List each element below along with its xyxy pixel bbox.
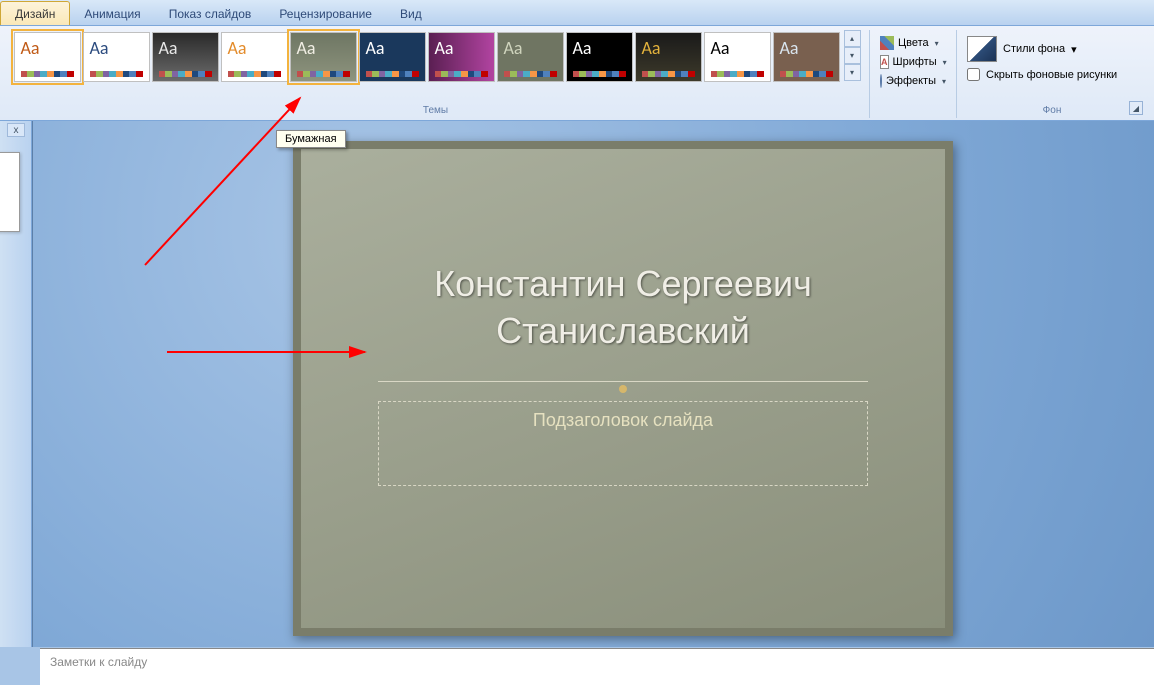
colors-icon: [880, 36, 894, 50]
theme-aa-icon: Aa: [90, 39, 143, 57]
background-styles-button[interactable]: Стили фона ▾: [967, 36, 1137, 62]
theme-thumbnail[interactable]: Aa: [704, 32, 771, 82]
ribbon: Aa Aa Aa Aa Aa Aa Aa Aa Aa Aa Aa Aa ▴ ▾ ▾ Темы Цвет…: [0, 26, 1154, 121]
dropdown-caret-icon: ▾: [935, 39, 939, 48]
themes-group-label: Темы: [2, 105, 869, 116]
title-divider: [378, 381, 868, 382]
effects-label: Эффекты: [886, 75, 936, 87]
effects-icon: [880, 74, 882, 88]
theme-aa-icon: Aa: [297, 39, 350, 57]
themes-more[interactable]: ▾: [844, 64, 861, 81]
thumb-list: [0, 152, 20, 272]
hide-background-label: Скрыть фоновые рисунки: [986, 69, 1117, 81]
theme-aa-icon: Aa: [711, 39, 764, 57]
theme-thumbnail[interactable]: Aa: [221, 32, 288, 82]
theme-aa-icon: Aa: [159, 39, 212, 57]
theme-palette-icon: [504, 71, 557, 77]
hide-background-checkbox[interactable]: Скрыть фоновые рисунки: [967, 68, 1137, 81]
slide-canvas-area[interactable]: Константин Сергеевич Станиславский Подза…: [32, 121, 1154, 647]
theme-palette-icon: [780, 71, 833, 77]
effects-button[interactable]: Эффекты ▾: [876, 72, 950, 90]
theme-palette-icon: [642, 71, 695, 77]
fonts-label: Шрифты: [893, 56, 937, 68]
slide-subtitle-text: Подзаголовок слайда: [533, 410, 713, 430]
theme-palette-icon: [573, 71, 626, 77]
theme-options-group: Цвета ▾ A Шрифты ▾ Эффекты ▾: [870, 30, 957, 118]
theme-thumbnail[interactable]: Aa: [14, 32, 81, 82]
theme-thumbnail[interactable]: Aa: [359, 32, 426, 82]
background-group-label: Фон: [957, 105, 1147, 116]
theme-thumbnail[interactable]: Aa: [635, 32, 702, 82]
themes-strip: Aa Aa Aa Aa Aa Aa Aa Aa Aa Aa Aa Aa: [11, 30, 843, 84]
theme-aa-icon: Aa: [780, 39, 833, 57]
title-ornament-icon: [619, 385, 627, 393]
hide-background-input[interactable]: [967, 68, 980, 81]
theme-thumbnail[interactable]: Aa: [428, 32, 495, 82]
background-swatch-icon: [967, 36, 997, 62]
theme-aa-icon: Aa: [366, 39, 419, 57]
theme-palette-icon: [366, 71, 419, 77]
theme-palette-icon: [435, 71, 488, 77]
theme-thumbnail[interactable]: Aa: [497, 32, 564, 82]
tab-slideshow[interactable]: Показ слайдов: [155, 2, 266, 25]
themes-scroll-up[interactable]: ▴: [844, 30, 861, 47]
pane-close-button[interactable]: x: [7, 123, 25, 137]
fonts-icon: A: [880, 55, 889, 69]
dropdown-caret-icon: ▾: [942, 77, 946, 86]
colors-button[interactable]: Цвета ▾: [876, 34, 950, 52]
background-group: Стили фона ▾ Скрыть фоновые рисунки Фон …: [957, 30, 1147, 118]
slide[interactable]: Константин Сергеевич Станиславский Подза…: [293, 141, 953, 636]
theme-thumbnail[interactable]: Aa: [290, 32, 357, 82]
slide-title-line2: Станиславский: [496, 310, 750, 351]
theme-aa-icon: Aa: [573, 39, 626, 57]
slide-title-line1: Константин Сергеевич: [434, 263, 812, 304]
theme-palette-icon: [159, 71, 212, 77]
theme-palette-icon: [228, 71, 281, 77]
theme-aa-icon: Aa: [642, 39, 695, 57]
theme-thumbnail[interactable]: Aa: [566, 32, 633, 82]
dropdown-caret-icon: ▾: [943, 58, 947, 67]
theme-thumbnail[interactable]: Aa: [152, 32, 219, 82]
theme-palette-icon: [711, 71, 764, 77]
theme-aa-icon: Aa: [504, 39, 557, 57]
theme-palette-icon: [297, 71, 350, 77]
themes-scroll: ▴ ▾ ▾: [844, 30, 861, 81]
theme-aa-icon: Aa: [228, 39, 281, 57]
tab-view[interactable]: Вид: [386, 2, 436, 25]
slide-subtitle[interactable]: Подзаголовок слайда: [378, 401, 868, 486]
themes-group: Aa Aa Aa Aa Aa Aa Aa Aa Aa Aa Aa Aa ▴ ▾ ▾ Темы: [2, 30, 870, 118]
tab-design[interactable]: Дизайн: [0, 1, 70, 25]
theme-aa-icon: Aa: [435, 39, 488, 57]
workspace: x Константин Сергеевич Станиславский Под…: [0, 121, 1154, 647]
theme-aa-icon: Aa: [21, 39, 74, 57]
colors-label: Цвета: [898, 37, 929, 49]
tab-review[interactable]: Рецензирование: [265, 2, 386, 25]
fonts-button[interactable]: A Шрифты ▾: [876, 53, 950, 71]
notes-pane[interactable]: Заметки к слайду: [40, 648, 1154, 685]
background-styles-label: Стили фона: [1003, 43, 1065, 55]
themes-scroll-down[interactable]: ▾: [844, 47, 861, 64]
background-dialog-launcher[interactable]: ◢: [1129, 101, 1143, 115]
theme-palette-icon: [90, 71, 143, 77]
theme-tooltip: Бумажная: [276, 130, 346, 148]
theme-thumbnail[interactable]: Aa: [83, 32, 150, 82]
ribbon-tabs: Дизайн Анимация Показ слайдов Рецензиров…: [0, 0, 1154, 26]
dropdown-caret-icon: ▾: [1071, 43, 1077, 56]
theme-thumbnail[interactable]: Aa: [773, 32, 840, 82]
theme-palette-icon: [21, 71, 74, 77]
tab-animation[interactable]: Анимация: [70, 2, 154, 25]
slide-title[interactable]: Константин Сергеевич Станиславский: [293, 261, 953, 355]
slide-thumbnail[interactable]: [0, 152, 20, 232]
